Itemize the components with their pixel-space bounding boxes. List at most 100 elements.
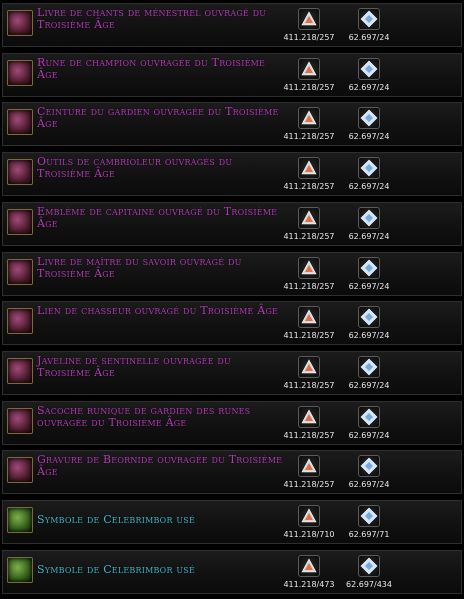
cost-amount: 62.697/24 xyxy=(348,331,390,340)
rune-icon[interactable] xyxy=(7,60,33,86)
symbol-icon[interactable] xyxy=(7,507,33,533)
item-name: Livre de chants de ménestrel ouvragé du … xyxy=(37,6,267,31)
barter-row[interactable]: Rune de champion ouvragée du Troisième Â… xyxy=(2,53,462,97)
cost-b: 62.697/71 xyxy=(349,505,389,539)
cost-a: 411.218/257 xyxy=(283,406,335,440)
cost-amount: 62.697/24 xyxy=(348,431,390,440)
cost-a: 411.218/257 xyxy=(283,257,335,291)
belt-icon[interactable] xyxy=(7,109,33,135)
item-name: Lien de chasseur ouvragé du Troisième Âg… xyxy=(37,304,279,317)
cost-amount: 411.218/257 xyxy=(283,232,335,241)
cost-amount: 62.697/24 xyxy=(348,381,390,390)
diamond-mark-icon xyxy=(358,406,380,428)
triangle-shard-icon xyxy=(298,455,320,477)
diamond-mark-icon xyxy=(358,8,380,30)
diamond-mark-icon xyxy=(358,207,380,229)
diamond-mark-icon xyxy=(358,157,380,179)
barter-row[interactable]: Symbole de Celebrimbor usé 411.218/473 62.… xyxy=(2,550,462,594)
barter-row[interactable]: Gravure de Beornide ouvragée du Troisièm… xyxy=(2,450,462,494)
lore-book-icon[interactable] xyxy=(7,259,33,285)
cost-a: 411.218/257 xyxy=(283,455,335,489)
cost-b: 62.697/24 xyxy=(349,58,389,92)
item-name: Gravure de Beornide ouvragée du Troisièm… xyxy=(37,453,283,478)
javelin-icon[interactable] xyxy=(7,358,33,384)
diamond-mark-icon xyxy=(358,505,380,527)
barter-row[interactable]: Sacoche runique de gardien des runes ouv… xyxy=(2,401,462,445)
barter-row[interactable]: Ceinture du gardien ouvragée du Troisièm… xyxy=(2,102,462,146)
cost-a: 411.218/257 xyxy=(283,306,335,340)
cost-amount: 62.697/24 xyxy=(348,480,390,489)
diamond-mark-icon xyxy=(358,455,380,477)
cost-amount: 411.218/257 xyxy=(283,331,335,340)
triangle-shard-icon xyxy=(298,356,320,378)
triangle-shard-icon xyxy=(298,555,320,577)
barter-list: Livre de chants de ménestrel ouvragé du … xyxy=(0,0,464,599)
barter-row[interactable]: Lien de chasseur ouvragé du Troisième Âg… xyxy=(2,301,462,345)
diamond-mark-icon xyxy=(358,555,380,577)
barter-row[interactable]: Livre de chants de ménestrel ouvragé du … xyxy=(2,3,462,47)
barter-row[interactable]: Emblème de capitaine ouvragé du Troisièm… xyxy=(2,202,462,246)
songbook-icon[interactable] xyxy=(7,10,33,36)
cost-b: 62.697/24 xyxy=(349,107,389,141)
cost-amount: 411.218/257 xyxy=(283,381,335,390)
diamond-mark-icon xyxy=(358,257,380,279)
cost-a: 411.218/257 xyxy=(283,356,335,390)
item-name: Symbole de Celebrimbor usé xyxy=(37,563,196,576)
cost-amount: 411.218/257 xyxy=(283,33,335,42)
cost-amount: 411.218/257 xyxy=(283,431,335,440)
item-name: Rune de champion ouvragée du Troisième Â… xyxy=(37,56,266,81)
cost-amount: 62.697/24 xyxy=(348,282,390,291)
diamond-mark-icon xyxy=(358,356,380,378)
cost-amount: 62.697/24 xyxy=(348,232,390,241)
barter-row[interactable]: Outils de cambrioleur ouvragés du Troisi… xyxy=(2,152,462,196)
cost-b: 62.697/24 xyxy=(349,257,389,291)
cost-amount: 411.218/257 xyxy=(283,83,335,92)
barter-row[interactable]: Livre de maître du savoir ouvragé du Tro… xyxy=(2,252,462,296)
tools-icon[interactable] xyxy=(7,159,33,185)
barter-row[interactable]: Javeline de sentinelle ouvragée du Trois… xyxy=(2,351,462,395)
cost-b: 62.697/24 xyxy=(349,157,389,191)
item-name: Livre de maître du savoir ouvragé du Tro… xyxy=(37,255,242,280)
triangle-shard-icon xyxy=(298,107,320,129)
cost-amount: 62.697/24 xyxy=(348,83,390,92)
cost-b: 62.697/434 xyxy=(346,555,392,589)
item-name: Ceinture du gardien ouvragée du Troisièm… xyxy=(37,105,279,130)
symbol-icon[interactable] xyxy=(7,557,33,583)
diamond-mark-icon xyxy=(358,107,380,129)
cost-a: 411.218/257 xyxy=(283,207,335,241)
cost-b: 62.697/24 xyxy=(349,306,389,340)
triangle-shard-icon xyxy=(298,207,320,229)
cost-a: 411.218/257 xyxy=(283,58,335,92)
triangle-shard-icon xyxy=(298,505,320,527)
carving-icon[interactable] xyxy=(7,457,33,483)
cost-a: 411.218/473 xyxy=(283,555,335,589)
barter-row[interactable]: Symbole de Celebrimbor usé 411.218/710 62.… xyxy=(2,500,462,544)
cost-amount: 62.697/24 xyxy=(348,182,390,191)
cost-a: 411.218/257 xyxy=(283,157,335,191)
cost-amount: 411.218/257 xyxy=(283,282,335,291)
item-name: Sacoche runique de gardien des runes ouv… xyxy=(37,404,251,429)
hunter-link-icon[interactable] xyxy=(7,308,33,334)
triangle-shard-icon xyxy=(298,406,320,428)
item-name: Javeline de sentinelle ouvragée du Trois… xyxy=(37,354,231,379)
triangle-shard-icon xyxy=(298,58,320,80)
cost-a: 411.218/710 xyxy=(283,505,335,539)
cost-amount: 411.218/257 xyxy=(283,182,335,191)
triangle-shard-icon xyxy=(298,157,320,179)
item-name: Emblème de capitaine ouvragé du Troisièm… xyxy=(37,205,278,230)
cost-b: 62.697/24 xyxy=(349,207,389,241)
triangle-shard-icon xyxy=(298,257,320,279)
cost-b: 62.697/24 xyxy=(349,8,389,42)
item-name: Symbole de Celebrimbor usé xyxy=(37,513,196,526)
cost-b: 62.697/24 xyxy=(349,406,389,440)
diamond-mark-icon xyxy=(358,306,380,328)
cost-amount: 62.697/434 xyxy=(346,580,392,589)
cost-amount: 411.218/257 xyxy=(283,480,335,489)
triangle-shard-icon xyxy=(298,306,320,328)
cost-amount: 411.218/710 xyxy=(283,530,335,539)
cost-b: 62.697/24 xyxy=(349,356,389,390)
cost-a: 411.218/257 xyxy=(283,107,335,141)
item-name: Outils de cambrioleur ouvragés du Troisi… xyxy=(37,155,233,180)
emblem-icon[interactable] xyxy=(7,209,33,235)
satchel-icon[interactable] xyxy=(7,408,33,434)
